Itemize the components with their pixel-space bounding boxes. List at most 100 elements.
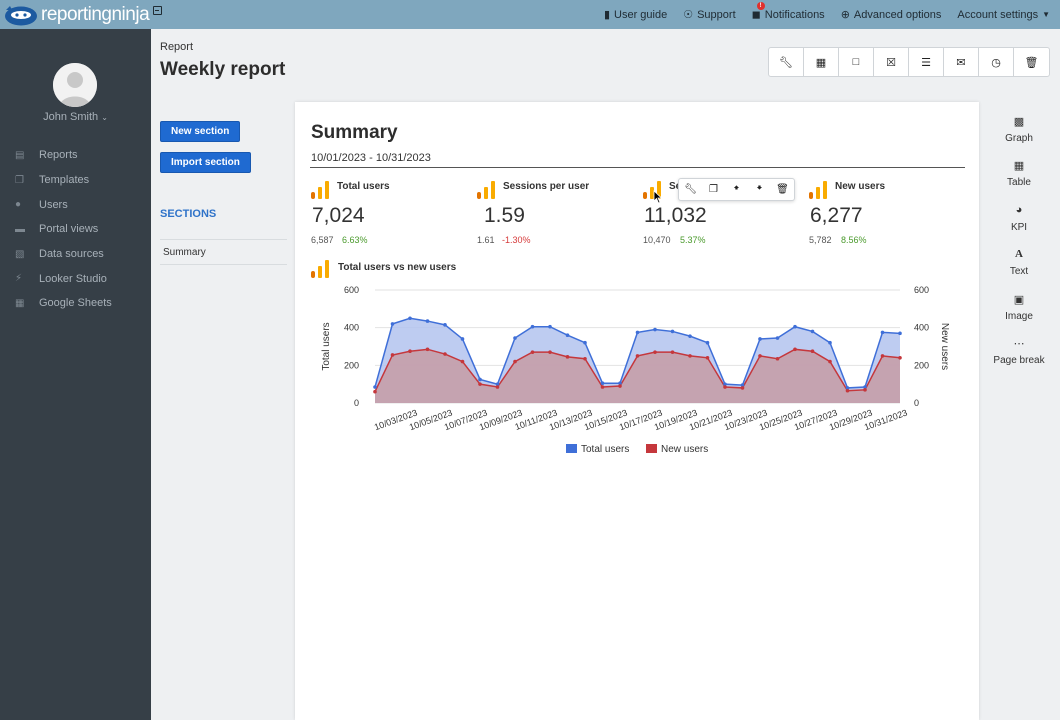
- y-tick-label: 200: [344, 360, 359, 370]
- legend-swatch: [646, 444, 657, 453]
- kpi-change: 8.56%: [841, 235, 867, 245]
- kpi-sessions-per-user[interactable]: Sessions per user 1.59 1.61 -1.30%: [477, 179, 637, 249]
- data-point: [460, 359, 465, 364]
- kpi-label: Sessions per user: [503, 181, 590, 192]
- data-point: [810, 329, 815, 334]
- summary-section-card: Summary 10/01/2023 - 10/31/2023 Total us…: [295, 102, 979, 720]
- y-tick-label: 600: [344, 285, 359, 295]
- sidebar-item-label: Data sources: [39, 248, 104, 261]
- data-point: [810, 349, 815, 354]
- sidebar-item-reports[interactable]: ▤ Reports: [0, 143, 151, 168]
- data-point: [600, 385, 605, 389]
- export-excel-button[interactable]: ☒: [874, 48, 909, 76]
- support-link[interactable]: ☉ Support: [683, 8, 736, 22]
- sidebar: John Smith ⌄ ▤ Reports ❐ Templates ● Users …: [0, 29, 151, 720]
- top-nav: ▮ User guide ☉ Support ◼! Notifications …: [604, 0, 1060, 29]
- sidebar-item-templates[interactable]: ❐ Templates: [0, 168, 151, 193]
- account-settings-menu[interactable]: Account settings ▼: [957, 9, 1050, 21]
- date-range[interactable]: 10/01/2023 - 10/31/2023: [311, 152, 431, 164]
- data-point: [373, 385, 377, 389]
- add-page-break-button[interactable]: ⋯ Page break: [990, 337, 1048, 381]
- sidebar-item-looker-studio[interactable]: ⚡ Looker Studio: [0, 266, 151, 291]
- excel-icon: ☒: [886, 56, 896, 69]
- y2-tick-label: 600: [914, 285, 929, 295]
- data-point: [565, 355, 570, 359]
- user-guide-link[interactable]: ▮ User guide: [604, 8, 667, 22]
- folder-icon: ▬: [15, 223, 25, 235]
- data-point: [583, 340, 587, 345]
- section-title: Summary: [311, 122, 398, 143]
- data-point: [548, 350, 552, 354]
- data-point: [880, 330, 885, 335]
- data-point: [513, 359, 517, 364]
- import-section-button[interactable]: Import section: [160, 152, 251, 173]
- data-point: [723, 385, 727, 389]
- y2-tick-label: 0: [914, 398, 919, 408]
- add-image-button[interactable]: ▣ Image: [990, 293, 1048, 337]
- chevron-down-icon: ⌄: [101, 113, 108, 122]
- settings-button[interactable]: 🔧︎: [769, 48, 804, 76]
- data-point: [635, 354, 640, 358]
- data-point: [670, 329, 675, 334]
- sidebar-item-data-sources[interactable]: ▧ Data sources: [0, 242, 151, 267]
- username: John Smith: [43, 111, 99, 123]
- email-button[interactable]: ✉: [944, 48, 979, 76]
- data-button[interactable]: ☰: [909, 48, 944, 76]
- notification-badge: !: [756, 2, 765, 10]
- account-settings-label: Account settings: [957, 8, 1039, 21]
- add-table-button[interactable]: ▦ Table: [990, 159, 1048, 203]
- palette-label: Image: [1005, 310, 1033, 322]
- legend-label: New users: [661, 444, 708, 455]
- add-text-button[interactable]: A Text: [990, 248, 1048, 292]
- sidebar-toggle-icon[interactable]: [153, 6, 163, 15]
- widget-move-up-button[interactable]: 🠹︎: [725, 179, 748, 200]
- data-point: [845, 388, 850, 393]
- text-icon: A: [1015, 248, 1023, 261]
- delete-report-button[interactable]: 🗑︎: [1014, 48, 1049, 76]
- history-button[interactable]: ◷: [979, 48, 1014, 76]
- export-pdf-button[interactable]: □: [839, 48, 874, 76]
- kpi-change: 6.63%: [342, 235, 368, 245]
- widget-move-down-button[interactable]: 🠻︎: [748, 179, 771, 200]
- data-point: [758, 354, 762, 358]
- add-kpi-button[interactable]: ◕ KPI: [990, 204, 1048, 248]
- advanced-options-link[interactable]: ⊕ Advanced options: [841, 8, 942, 22]
- kpi-total-users[interactable]: Total users 7,024 6,587 6.63%: [311, 179, 471, 249]
- ellipsis-icon: ⋯: [1013, 337, 1025, 350]
- bar-chart-icon: ▩: [1013, 116, 1025, 128]
- data-point: [565, 333, 570, 337]
- notifications-label: Notifications: [764, 8, 825, 21]
- widget-duplicate-button[interactable]: ❐: [702, 179, 725, 200]
- widget-delete-button[interactable]: 🗑︎: [771, 179, 794, 200]
- chevron-down-icon: ▼: [1042, 10, 1050, 19]
- notifications-link[interactable]: ◼! Notifications: [752, 2, 825, 21]
- top-bar: reportingninja ▮ User guide ☉ Support ◼!…: [0, 0, 1060, 29]
- data-point: [793, 324, 797, 329]
- data-point: [460, 337, 465, 341]
- user-avatar-icon: [53, 63, 97, 107]
- kpi-change: -1.30%: [502, 235, 531, 245]
- breadcrumb[interactable]: Report: [160, 41, 193, 53]
- logo[interactable]: reportingninja: [4, 2, 163, 27]
- kpi-new-users[interactable]: New users 6,277 5,782 8.56%: [809, 179, 969, 249]
- arrow-up-icon: 🠹︎: [733, 183, 740, 194]
- avatar[interactable]: [53, 63, 97, 107]
- schedule-button[interactable]: ▦: [804, 48, 839, 76]
- new-section-button[interactable]: New section: [160, 121, 241, 142]
- add-graph-button[interactable]: ▩ Graph: [990, 115, 1048, 159]
- user-menu[interactable]: John Smith ⌄: [0, 111, 151, 123]
- support-label: Support: [697, 8, 736, 21]
- sidebar-item-portal-views[interactable]: ▬ Portal views: [0, 217, 151, 242]
- section-item-summary[interactable]: Summary: [160, 239, 287, 265]
- data-point: [478, 377, 482, 382]
- data-point: [390, 353, 395, 357]
- google-analytics-icon: [477, 181, 495, 199]
- advanced-options-label: Advanced options: [853, 8, 942, 21]
- data-point: [408, 316, 412, 321]
- y2-axis-label: New users: [939, 323, 950, 370]
- kpi-previous: 6,587: [311, 235, 334, 245]
- sidebar-item-users[interactable]: ● Users: [0, 192, 151, 217]
- widget-settings-button[interactable]: 🔧︎: [679, 179, 702, 200]
- calendar-icon: ▦: [815, 56, 827, 69]
- sidebar-item-google-sheets[interactable]: ▦ Google Sheets: [0, 291, 151, 316]
